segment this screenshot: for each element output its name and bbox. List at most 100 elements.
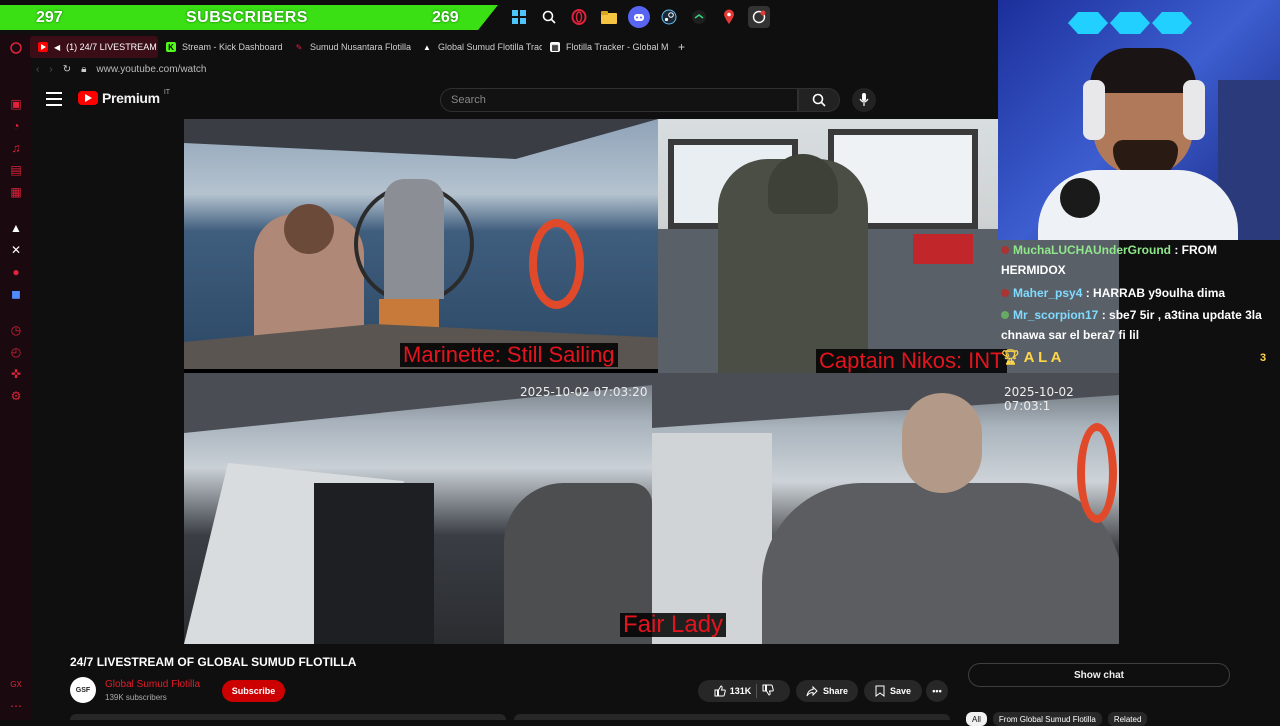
tab-label: (1) 24/7 LIVESTREAM	[66, 42, 157, 52]
feather-icon: ✎	[295, 42, 303, 52]
timestamp-bottom-right: 2025-10-02 07:03:1	[1004, 385, 1074, 413]
more-icon: •••	[932, 686, 942, 696]
folder-icon[interactable]	[598, 6, 620, 28]
show-chat-button[interactable]: Show chat	[968, 663, 1230, 687]
back-icon[interactable]: ‹	[36, 64, 39, 75]
comments-box[interactable]	[514, 714, 950, 720]
recorder-icon[interactable]	[748, 6, 770, 28]
microphone-icon	[859, 93, 869, 106]
search-input[interactable]: Search	[440, 88, 798, 112]
history-icon[interactable]: ◷	[8, 322, 24, 338]
triangle-icon: ▲	[423, 42, 431, 52]
opera-gx-icon[interactable]	[568, 6, 590, 28]
lock-icon: 🔒︎	[81, 63, 87, 75]
maps-pin-icon[interactable]	[718, 6, 740, 28]
youtube-header: Premium IT Search	[32, 82, 998, 118]
extensions-icon[interactable]: ✜	[8, 366, 24, 382]
chat-message-cont: chnawa sar el bera7 fi lil	[1001, 328, 1140, 342]
messenger-icon[interactable]: ▦	[8, 184, 24, 200]
tab-label: Sumud Nusantara Flotilla	[310, 42, 412, 52]
subscribe-button[interactable]: Subscribe	[222, 680, 285, 702]
chip-all[interactable]: All	[966, 712, 987, 726]
hamburger-menu-icon[interactable]	[46, 92, 62, 106]
chip-from-channel[interactable]: From Global Sumud Flotilla	[992, 712, 1102, 726]
reload-icon[interactable]: ↻	[63, 64, 71, 75]
tab-label: Stream - Kick Dashboard	[182, 42, 283, 52]
tab-flotilla-tracker[interactable]: ▲ Global Sumud Flotilla Trac	[414, 36, 542, 58]
more-icon[interactable]: ⋯	[8, 698, 24, 714]
dislike-button[interactable]	[762, 684, 775, 698]
tab-flotilla-tracker-global[interactable]: ▦ Flotilla Tracker - Global M	[542, 36, 670, 58]
chat-overlay: MuchaLUCHAUnderGround : FROM HERMIDOX Ma…	[998, 240, 1280, 372]
description-box[interactable]	[70, 714, 506, 720]
chat-separator: :	[1082, 286, 1094, 300]
chat-message: Maher_psy4 : HARRAB y9oulha dima	[1001, 283, 1225, 303]
subscriber-count: 139K subscribers	[105, 693, 167, 702]
chat-message: MuchaLUCHAUnderGround : FROM	[1001, 240, 1217, 260]
tab-sumud-nusantara[interactable]: ✎ Sumud Nusantara Flotilla	[286, 36, 414, 58]
video-player[interactable]: Marinette: Still Sailing Captain Nikos: …	[184, 119, 1119, 644]
control-icon[interactable]: ▣	[8, 96, 24, 112]
kick-icon: K	[166, 42, 176, 52]
chat-badge-icon	[1001, 311, 1009, 319]
forward-icon[interactable]: ›	[49, 64, 52, 75]
country-code: IT	[163, 88, 171, 96]
url-field[interactable]: www.youtube.com/watch	[96, 64, 206, 75]
tab-label: Flotilla Tracker - Global M	[566, 42, 669, 52]
settings-icon[interactable]: ⚙	[8, 388, 24, 404]
youtube-icon	[38, 42, 48, 52]
channel-name[interactable]: Global Sumud Flotilla	[105, 679, 200, 690]
taskbar	[508, 4, 770, 30]
speed-dial-icon[interactable]: ◔	[8, 118, 24, 134]
voice-search-button[interactable]	[852, 88, 876, 112]
clock-icon[interactable]: ◴	[8, 344, 24, 360]
page-icon: ▦	[550, 42, 560, 52]
discord-icon[interactable]	[628, 6, 650, 28]
chip-related[interactable]: Related	[1107, 712, 1148, 726]
gx-icon[interactable]: GX	[8, 676, 24, 692]
bookmark-icon	[875, 685, 885, 697]
top-chatter-name: A L A	[1023, 349, 1062, 366]
chat-separator: :	[1098, 308, 1110, 322]
camera-feed-marinette: Marinette: Still Sailing	[184, 119, 658, 369]
thumbs-down-icon	[762, 684, 775, 696]
camera-feed-bottom-left: 2025-10-02 07:03:20	[184, 373, 652, 644]
chat-username: MuchaLUCHAUnderGround	[1013, 243, 1171, 257]
save-button[interactable]: Save	[864, 680, 922, 702]
chat-badge-icon	[1001, 289, 1009, 297]
more-actions-button[interactable]: •••	[926, 680, 948, 702]
opera-menu-icon[interactable]	[8, 40, 24, 56]
new-tab-button[interactable]: +	[670, 36, 694, 58]
chat-text: HARRAB y9oulha dima	[1093, 286, 1226, 300]
trophy-icon: 🏆︎	[1001, 349, 1021, 366]
search-button[interactable]	[798, 88, 840, 112]
like-button[interactable]: 131K	[714, 685, 751, 697]
subscriber-count-left: 297	[36, 9, 63, 26]
caption-captain-nikos: Captain Nikos: INT	[816, 349, 1007, 373]
steam-icon[interactable]	[658, 6, 680, 28]
chat-username: Mr_scorpion17	[1013, 308, 1099, 322]
caption-marinette: Marinette: Still Sailing	[400, 343, 618, 367]
kick-sidebar-icon[interactable]: ▲	[8, 220, 24, 236]
timestamp-bottom-left: 2025-10-02 07:03:20	[520, 385, 648, 399]
tab-strip: ◀ (1) 24/7 LIVESTREAM K Stream - Kick Da…	[30, 36, 694, 58]
windows-icon[interactable]	[508, 6, 530, 28]
x-icon[interactable]: ✕	[8, 242, 24, 258]
player-icon[interactable]: ♫	[8, 140, 24, 156]
video-title: 24/7 LIVESTREAM OF GLOBAL SUMUD FLOTILLA	[70, 655, 357, 669]
youtube-logo[interactable]: Premium IT	[78, 88, 171, 106]
subscriber-count-right: 269	[432, 9, 459, 26]
youtube-play-icon	[78, 91, 98, 105]
bitwarden-icon[interactable]: ◼	[8, 286, 24, 302]
youtube-sidebar-icon[interactable]: ●	[8, 264, 24, 280]
share-button[interactable]: Share	[796, 680, 858, 702]
app-icon[interactable]	[688, 6, 710, 28]
twitch-icon[interactable]: ▤	[8, 162, 24, 178]
channel-avatar[interactable]: GSF	[70, 677, 96, 703]
tab-youtube[interactable]: ◀ (1) 24/7 LIVESTREAM	[30, 36, 158, 58]
top-chatter: 🏆︎ A L A	[1001, 348, 1061, 368]
tab-kick[interactable]: K Stream - Kick Dashboard	[158, 36, 286, 58]
search-icon[interactable]	[538, 6, 560, 28]
chat-message-cont: HERMIDOX	[1001, 263, 1066, 277]
speaker-icon[interactable]: ◀	[54, 43, 60, 52]
